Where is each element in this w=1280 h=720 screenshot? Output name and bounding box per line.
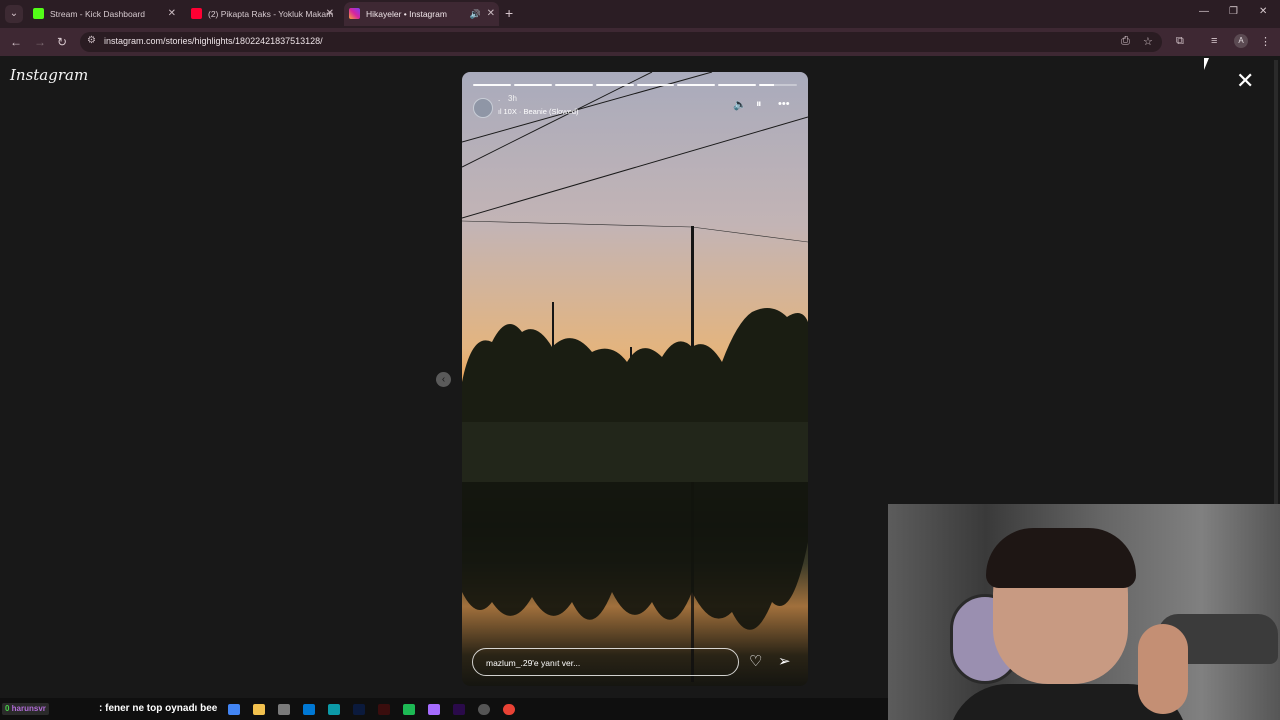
back-icon[interactable]: ← [10, 35, 22, 49]
music-title: 10X · Beanie (Slowed) [503, 107, 579, 116]
chat-user-badge: 0 harunsvr [2, 703, 49, 715]
forward-icon[interactable]: → [34, 35, 46, 49]
browser-toolbar: ← → ↻ ⚙ instagram.com/stories/highlights… [0, 28, 1280, 56]
address-bar[interactable]: ⚙ instagram.com/stories/highlights/18022… [80, 32, 1162, 52]
like-heart-icon[interactable]: ♡ [749, 652, 762, 670]
streamer-hand-image [1138, 624, 1188, 714]
kick-favicon-icon [33, 8, 44, 19]
tree-reflection [462, 482, 808, 630]
progress-segment [595, 84, 634, 86]
mouse-cursor-icon [1204, 58, 1209, 70]
more-options-icon[interactable]: ••• [778, 98, 790, 110]
acrobat-taskbar-icon[interactable] [378, 704, 390, 715]
previous-story-button[interactable]: ‹ [436, 372, 451, 387]
site-info-icon[interactable]: ⚙ [87, 35, 96, 46]
app-taskbar-icon[interactable] [278, 704, 290, 715]
story-user-avatar[interactable] [473, 98, 493, 118]
mute-icon[interactable]: 🔈 [733, 98, 747, 111]
store-taskbar-icon[interactable] [303, 704, 315, 715]
menu-kebab-icon[interactable]: ⋮ [1260, 35, 1271, 48]
story-username[interactable]: . [498, 94, 500, 103]
chrome-taskbar-icon[interactable] [228, 704, 240, 715]
story-timestamp: 3h [508, 94, 517, 103]
tab-youtube[interactable]: (2) Pikapta Raks - Yokluk Makam ✕ [186, 2, 338, 26]
photoshop-taskbar-icon[interactable] [353, 704, 365, 715]
music-wave-icon: ıl [498, 109, 502, 116]
pause-icon[interactable]: ⏸ [756, 98, 762, 111]
webcam-overlay [888, 504, 1280, 720]
chat-badge-icon: 0 [5, 704, 12, 713]
extensions-icon[interactable]: ⧉ [1176, 35, 1184, 48]
media-controls-icon[interactable]: ≡ [1211, 35, 1217, 47]
new-tab-button[interactable]: + [505, 5, 513, 21]
progress-segment [473, 84, 511, 86]
tab-kick-dashboard[interactable]: Stream - Kick Dashboard ✕ [28, 2, 180, 26]
tree-silhouettes [462, 308, 808, 482]
progress-segment [718, 84, 757, 86]
chat-message: : fener ne top oynadı bee [99, 703, 218, 714]
file-explorer-icon[interactable] [253, 704, 265, 715]
window-close-icon[interactable]: ✕ [1259, 6, 1267, 17]
premiere-taskbar-icon[interactable] [453, 704, 465, 715]
tab-instagram[interactable]: Hikayeler • Instagram 🔊 ✕ [344, 2, 499, 26]
send-icon[interactable]: ➢ [778, 652, 791, 670]
restore-icon[interactable]: ❐ [1229, 6, 1238, 17]
tab-title: (2) Pikapta Raks - Yokluk Makam [208, 9, 334, 19]
obs-taskbar-icon[interactable] [478, 704, 490, 715]
tab-title: Stream - Kick Dashboard [50, 9, 145, 19]
install-app-icon[interactable]: ⎙ [1121, 35, 1130, 48]
story-frame[interactable]: . 3h ıl 10X · Beanie (Slowed) 🔈 ⏸ ••• maz… [462, 72, 808, 686]
instagram-favicon-icon [349, 8, 360, 19]
progress-segment [554, 84, 593, 86]
reply-input[interactable]: mazlum_.29'e yanıt ver... [472, 648, 739, 676]
tab-strip: ⌄ Stream - Kick Dashboard ✕ (2) Pikapta … [0, 0, 1280, 28]
chrome-active-taskbar-icon[interactable] [503, 704, 515, 715]
edge-taskbar-icon[interactable] [328, 704, 340, 715]
tab-search-button[interactable]: ⌄ [5, 5, 23, 23]
progress-segment [677, 84, 716, 86]
profile-avatar[interactable]: A [1234, 34, 1248, 48]
chat-username: harunsvr [11, 704, 46, 713]
instagram-logo[interactable]: Instagram [10, 66, 88, 84]
speaker-icon[interactable]: 🔊 [470, 2, 481, 26]
music-taskbar-icon[interactable] [403, 704, 415, 715]
tab-close-icon[interactable]: ✕ [168, 2, 176, 26]
tab-title: Hikayeler • Instagram [366, 9, 447, 19]
bookmark-star-icon[interactable]: ☆ [1143, 35, 1153, 48]
streamer-hair-image [986, 528, 1136, 588]
story-music-label[interactable]: ıl 10X · Beanie (Slowed) [498, 107, 579, 116]
minimize-icon[interactable]: — [1199, 6, 1209, 17]
progress-segment-current [759, 84, 797, 86]
tab-close-icon[interactable]: ✕ [487, 2, 495, 26]
reload-icon[interactable]: ↻ [57, 35, 67, 49]
url-text[interactable]: instagram.com/stories/highlights/1802242… [104, 36, 323, 46]
close-icon[interactable]: ✕ [1236, 70, 1254, 92]
progress-segment [636, 84, 675, 86]
tab-close-icon[interactable]: ✕ [326, 2, 334, 26]
story-progress-bar [473, 84, 797, 86]
progress-segment [513, 84, 552, 86]
youtube-favicon-icon [191, 8, 202, 19]
app2-taskbar-icon[interactable] [428, 704, 440, 715]
